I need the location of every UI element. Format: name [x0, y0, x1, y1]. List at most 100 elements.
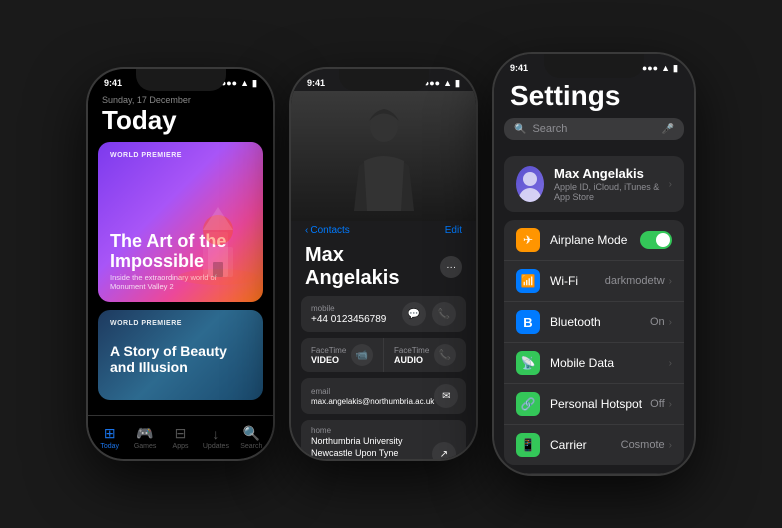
facetime-audio-type: AUDIO [394, 355, 429, 365]
tab-apps-icon: ⊟ [175, 425, 187, 442]
tab-games-icon: 🎮 [136, 425, 153, 442]
nav-bar-contacts: ‹ Contacts Edit [291, 221, 476, 240]
tab-bar-appstore: ⊞ Today 🎮 Games ⊟ Apps ↓ Updates 🔍 S [88, 415, 273, 459]
edit-button[interactable]: Edit [445, 225, 462, 236]
tab-apps[interactable]: ⊟ Apps [163, 425, 198, 450]
search-icon: 🔍 [514, 124, 526, 135]
bluetooth-value: On [650, 316, 665, 328]
hotspot-chevron-icon: › [669, 399, 672, 410]
silhouette-icon [349, 101, 419, 211]
mobile-data-icon: 📡 [516, 351, 540, 375]
profile-name: Max Angelakis [554, 166, 669, 181]
facetime-audio-cell[interactable]: FaceTime AUDIO 📞 [384, 338, 466, 372]
bluetooth-label: Bluetooth [550, 315, 601, 329]
settings-row-hotspot[interactable]: 🔗 Personal Hotspot Off › [504, 384, 684, 425]
appstore-title: Today [102, 105, 259, 136]
contact-name: Max Angelakis [305, 244, 440, 290]
time-middle: 9:41 [307, 78, 325, 88]
contact-home-info: home Northumbria UniversityNewcastle Upo… [311, 426, 432, 459]
settings-row-notifications[interactable]: 🔔 Notifications › [504, 473, 684, 474]
settings-screen: 9:41 ●●● ▲ ▮ Settings 🔍 Search 🎤 [494, 54, 694, 474]
carrier-row-left: 📱 Carrier [516, 433, 587, 457]
message-button[interactable]: 💬 [402, 302, 426, 326]
card-tag-1: WORLD PREMIERE [110, 152, 182, 159]
settings-search-bar[interactable]: 🔍 Search 🎤 [504, 118, 684, 140]
tab-today-label: Today [100, 443, 119, 450]
mail-button[interactable]: ✉ [434, 384, 458, 408]
facetime-audio-info: FaceTime AUDIO [394, 346, 429, 365]
time-right: 9:41 [510, 63, 528, 73]
tab-updates[interactable]: ↓ Updates [198, 426, 233, 450]
search-container: 🔍 Search 🎤 [494, 118, 694, 156]
tab-updates-icon: ↓ [212, 426, 219, 442]
card-world-premiere-1[interactable]: WORLD PREMIERE The Art of theImpossible … [98, 142, 263, 302]
phones-container: 9:41 ●●● ▲ ▮ Sunday, 17 December Today W… [68, 34, 714, 494]
iphone-right: 9:41 ●●● ▲ ▮ Settings 🔍 Search 🎤 [494, 54, 694, 474]
wifi-row-right: darkmodetw › [605, 275, 672, 287]
bluetooth-row-right: On › [650, 316, 672, 328]
contact-email-info: email max.angelakis@northumbria.ac.uk [311, 387, 434, 406]
mobile-data-label: Mobile Data [550, 356, 614, 370]
wifi-label: Wi-Fi [550, 274, 578, 288]
settings-row-mobile-data[interactable]: 📡 Mobile Data › [504, 343, 684, 384]
carrier-value: Cosmote [621, 439, 665, 451]
back-chevron-icon: ‹ [305, 225, 308, 236]
profile-left: Max Angelakis Apple ID, iCloud, iTunes &… [516, 166, 669, 202]
tab-today-icon: ⊞ [104, 425, 116, 442]
iphone-left: 9:41 ●●● ▲ ▮ Sunday, 17 December Today W… [88, 69, 273, 459]
carrier-chevron-icon: › [669, 440, 672, 451]
airplane-toggle[interactable] [640, 231, 672, 249]
wifi-icon-mid: ▲ [443, 78, 452, 88]
settings-row-carrier[interactable]: 📱 Carrier Cosmote › [504, 425, 684, 465]
facetime-audio-icon: 📞 [434, 344, 456, 366]
back-button[interactable]: ‹ Contacts [305, 225, 350, 236]
battery-icon: ▮ [252, 78, 257, 89]
card-tag-2: WORLD PREMIERE [110, 320, 182, 327]
status-icons-middle: ●●● ▲ ▮ [424, 78, 460, 89]
tab-games[interactable]: 🎮 Games [127, 425, 162, 450]
settings-profile-row[interactable]: Max Angelakis Apple ID, iCloud, iTunes &… [504, 156, 684, 212]
contact-mobile-info: mobile +44 0123456789 [311, 304, 402, 325]
tab-today[interactable]: ⊞ Today [92, 425, 127, 450]
settings-group-connectivity: ✈ Airplane Mode 📶 Wi-Fi darkmodetw › [504, 220, 684, 465]
contact-email-actions: ✉ [434, 384, 458, 408]
search-placeholder: Search [532, 123, 655, 135]
card-title-2: A Story of Beautyand Illusion [110, 344, 227, 375]
settings-title: Settings [510, 80, 678, 112]
hotspot-label: Personal Hotspot [550, 397, 642, 411]
wifi-settings-icon: 📶 [516, 269, 540, 293]
wifi-value: darkmodetw [605, 275, 665, 287]
contact-email-value: max.angelakis@northumbria.ac.uk [311, 397, 434, 406]
tab-search[interactable]: 🔍 Search [234, 425, 269, 450]
facetime-video-cell[interactable]: FaceTime VIDEO 📹 [301, 338, 384, 372]
facetime-video-type: VIDEO [311, 355, 346, 365]
maps-button[interactable]: ↗ [432, 442, 456, 459]
contact-mobile-label: mobile [311, 304, 402, 313]
airplane-icon: ✈ [516, 228, 540, 252]
facetime-row: FaceTime VIDEO 📹 FaceTime AUDIO 📞 [301, 338, 466, 372]
settings-row-wifi[interactable]: 📶 Wi-Fi darkmodetw › [504, 261, 684, 302]
card-world-premiere-2[interactable]: WORLD PREMIERE A Story of Beautyand Illu… [98, 310, 263, 400]
status-icons-left: ●●● ▲ ▮ [221, 78, 257, 89]
contact-rows: mobile +44 0123456789 💬 📞 FaceTime VIDEO [291, 296, 476, 459]
contact-row-mobile: mobile +44 0123456789 💬 📞 [301, 296, 466, 332]
appstore-header: Sunday, 17 December Today [88, 91, 273, 142]
facetime-video-label: FaceTime [311, 346, 346, 355]
carrier-row-right: Cosmote › [621, 439, 672, 451]
wifi-chevron-icon: › [669, 276, 672, 287]
contact-more-button[interactable]: ··· [440, 256, 462, 278]
settings-row-bluetooth[interactable]: B Bluetooth On › [504, 302, 684, 343]
contact-home-actions: ↗ [432, 442, 456, 459]
mobile-data-chevron-icon: › [669, 358, 672, 369]
wifi-row-left: 📶 Wi-Fi [516, 269, 578, 293]
facetime-video-icon: 📹 [351, 344, 373, 366]
status-icons-right: ●●● ▲ ▮ [642, 63, 678, 74]
profile-avatar [516, 166, 544, 202]
contacts-screen: 9:41 ●●● ▲ ▮ [291, 69, 476, 459]
airplane-row-left: ✈ Airplane Mode [516, 228, 627, 252]
settings-row-airplane[interactable]: ✈ Airplane Mode [504, 220, 684, 261]
contact-hero-image [291, 91, 476, 221]
battery-icon-right: ▮ [673, 63, 678, 74]
phone-button[interactable]: 📞 [432, 302, 456, 326]
hotspot-value: Off [650, 398, 664, 410]
